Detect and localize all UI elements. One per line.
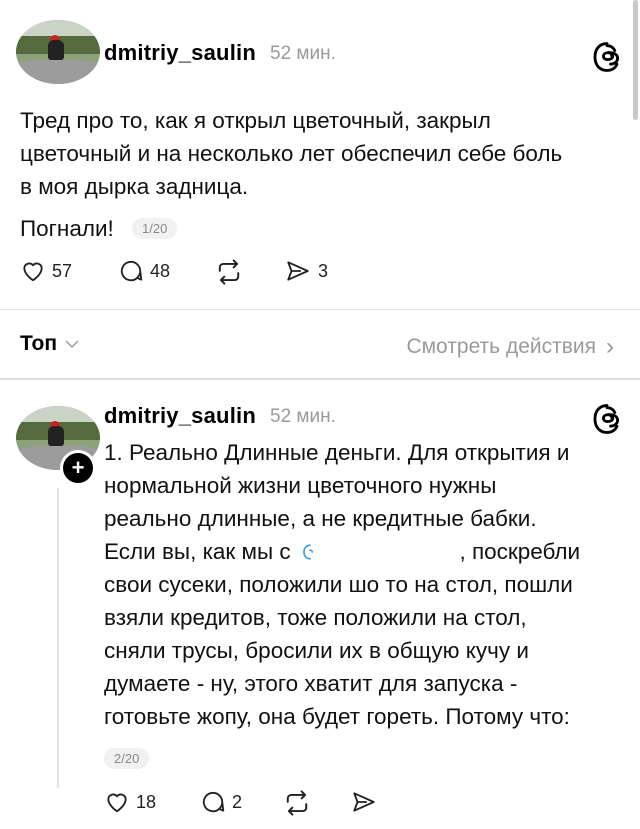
send-arrow-icon [353, 792, 375, 812]
share-button[interactable]: 3 [284, 258, 328, 284]
post-text-last-line: Погнали! [20, 216, 114, 241]
section-divider [0, 378, 640, 380]
like-button[interactable]: 18 [104, 789, 156, 815]
view-activity-label: Смотреть действия [406, 335, 596, 358]
chevron-right-icon: › [606, 333, 614, 360]
sort-dropdown[interactable]: Топ [20, 332, 79, 356]
thread-counter-badge: 2/20 [104, 748, 150, 769]
avatar[interactable] [16, 20, 100, 84]
threads-logo-icon[interactable] [590, 402, 624, 436]
redacted-mention [325, 542, 454, 565]
comment-button[interactable]: 48 [118, 258, 170, 284]
heart-icon [23, 262, 43, 282]
threads-logo-icon[interactable] [590, 40, 624, 74]
plus-badge-icon[interactable]: + [60, 450, 96, 486]
repost-button[interactable] [214, 258, 244, 286]
divider [0, 309, 640, 310]
threads-mention-icon[interactable] [301, 543, 319, 561]
thread-counter-badge: 1/20 [132, 218, 178, 239]
send-arrow-icon [287, 261, 309, 281]
share-button[interactable] [350, 789, 378, 815]
repost-arrows-icon [286, 790, 308, 816]
post-username[interactable]: dmitriy_saulin [104, 40, 256, 66]
like-count: 18 [136, 791, 157, 812]
sort-label: Топ [20, 332, 58, 355]
heart-icon [107, 793, 127, 813]
like-button[interactable]: 57 [20, 258, 72, 284]
chevron-down-icon [65, 340, 79, 348]
comment-button[interactable]: 2 [200, 789, 242, 815]
comment-bubble-icon [120, 261, 143, 282]
scrollbar[interactable] [633, 0, 638, 120]
post-text: 1. Реально Длинные деньги. Для открытия … [104, 440, 581, 729]
post-text: Тред про то, как я открыл цветочный, зак… [20, 108, 563, 199]
comment-bubble-icon [202, 792, 225, 813]
thread-line [57, 488, 59, 788]
comment-count: 48 [150, 260, 171, 281]
post-time: 52 мин. [270, 406, 336, 427]
repost-arrows-icon [218, 259, 240, 285]
post-time: 52 мин. [270, 43, 336, 64]
repost-button[interactable] [282, 789, 312, 817]
post-username[interactable]: dmitriy_saulin [104, 403, 256, 429]
like-count: 57 [52, 260, 73, 281]
share-count: 3 [318, 260, 329, 281]
view-activity-link[interactable]: Смотреть действия › [406, 333, 614, 361]
comment-count: 2 [232, 791, 243, 812]
